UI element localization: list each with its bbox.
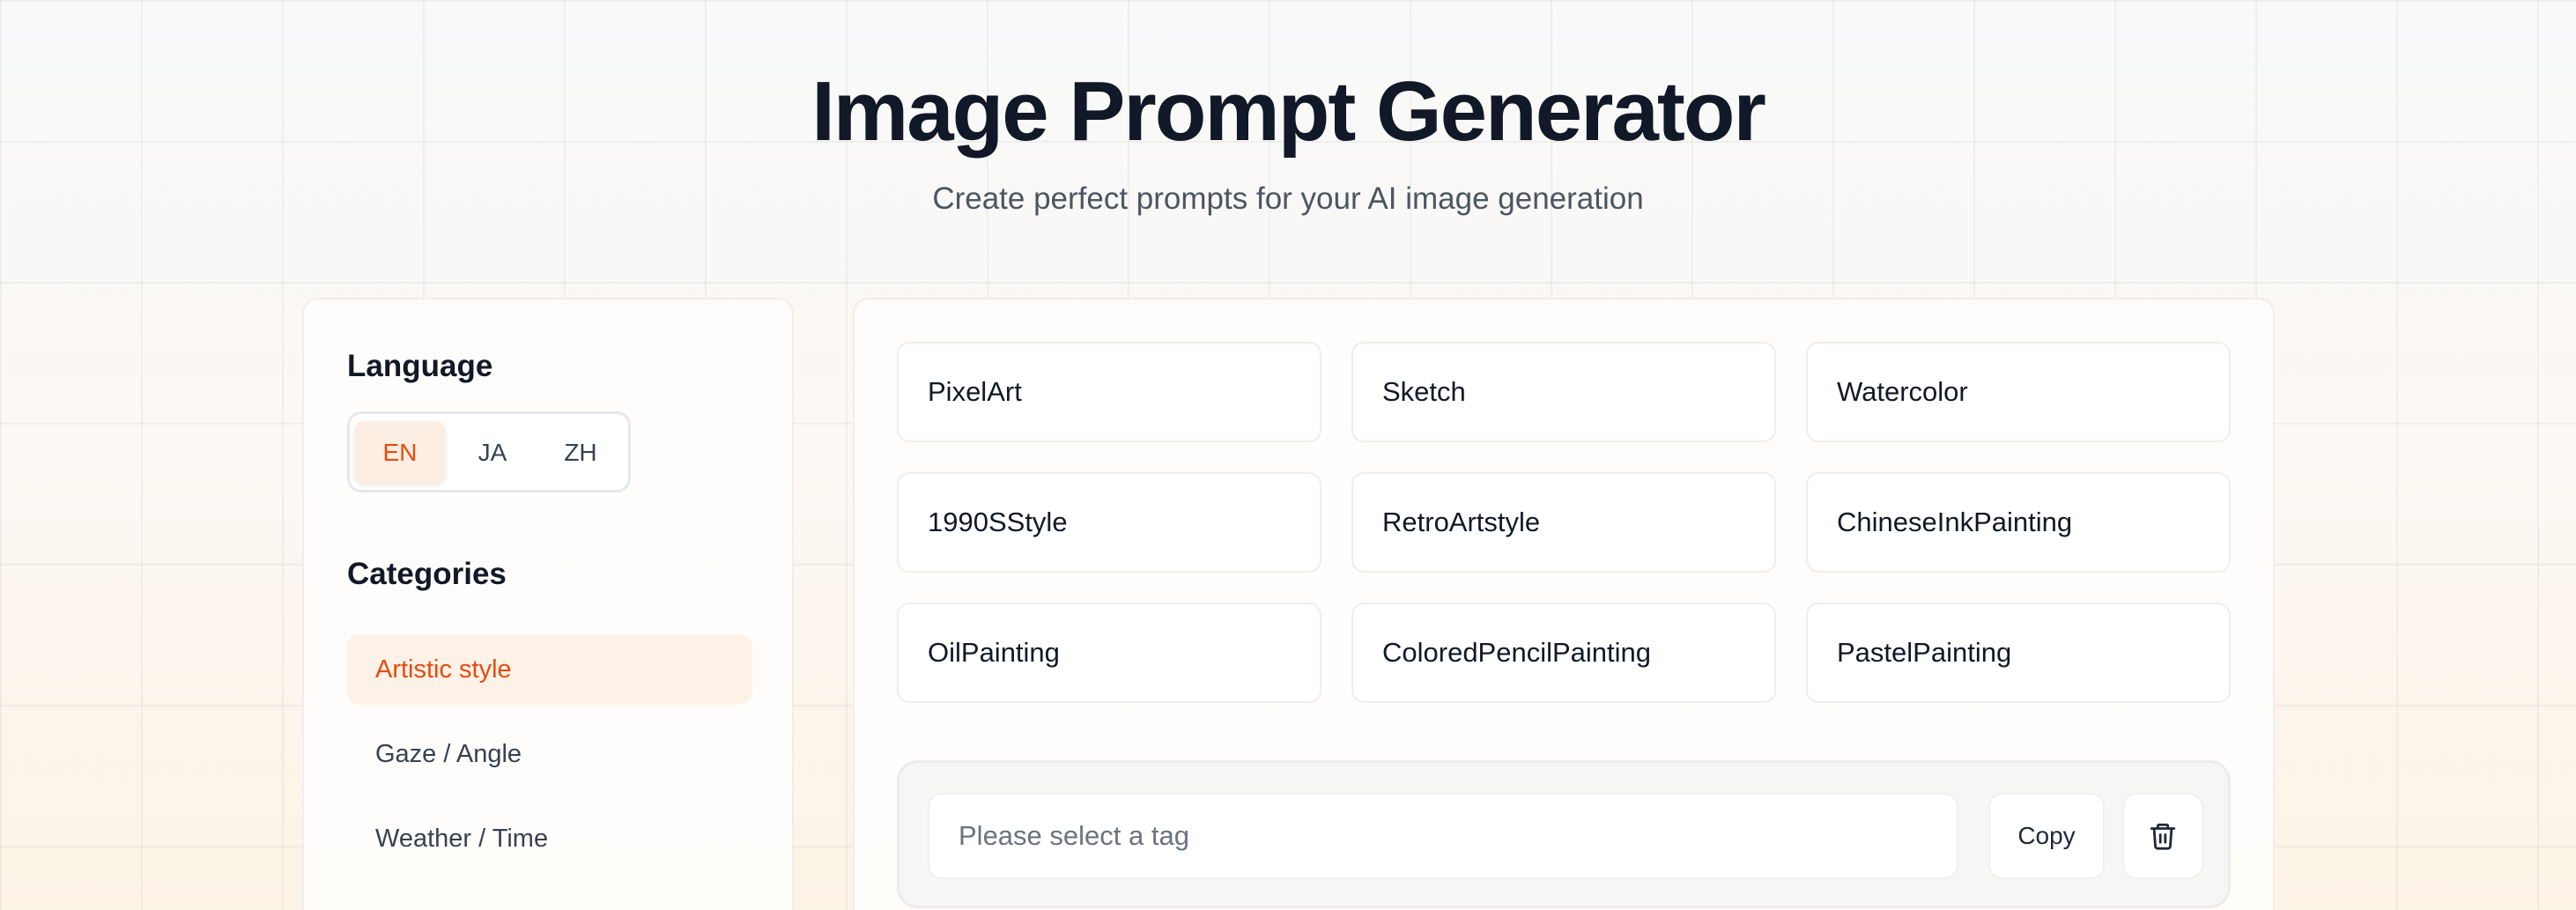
prompt-input[interactable]: Please select a tag (928, 793, 1958, 879)
tag-button[interactable]: PixelArt (897, 342, 1321, 442)
category-gaze-angle[interactable]: Gaze / Angle (347, 719, 752, 789)
page-title: Image Prompt Generator (811, 64, 1766, 159)
tag-button[interactable]: ChineseInkPainting (1806, 472, 2231, 573)
tag-button[interactable]: 1990SStyle (897, 472, 1321, 573)
tag-button[interactable]: Sketch (1351, 342, 1776, 442)
language-zh-button[interactable]: ZH (535, 421, 626, 485)
clear-button[interactable] (2122, 793, 2203, 879)
sidebar: Language EN JA ZH Categories Artistic st… (302, 298, 794, 910)
tag-button[interactable]: PastelPainting (1806, 603, 2231, 703)
tag-button[interactable]: Watercolor (1806, 342, 2231, 442)
language-en-button[interactable]: EN (354, 421, 446, 485)
language-ja-button[interactable]: JA (447, 421, 538, 485)
category-artistic-style[interactable]: Artistic style (347, 634, 752, 705)
page-subtitle: Create perfect prompts for your AI image… (932, 181, 1644, 216)
copy-button[interactable]: Copy (1988, 793, 2105, 879)
tag-button[interactable]: ColoredPencilPainting (1351, 603, 1776, 703)
trash-icon (2150, 823, 2176, 850)
categories-heading: Categories (347, 557, 507, 591)
tag-button[interactable]: RetroArtstyle (1351, 472, 1776, 573)
language-heading: Language (347, 349, 493, 383)
prompt-box: Please select a tag Copy (897, 760, 2231, 908)
category-weather-time[interactable]: Weather / Time (347, 803, 752, 874)
tag-button[interactable]: OilPainting (897, 603, 1321, 703)
main-panel: PixelArt Sketch Watercolor 1990SStyle Re… (853, 298, 2275, 910)
language-switcher: EN JA ZH (347, 411, 631, 492)
